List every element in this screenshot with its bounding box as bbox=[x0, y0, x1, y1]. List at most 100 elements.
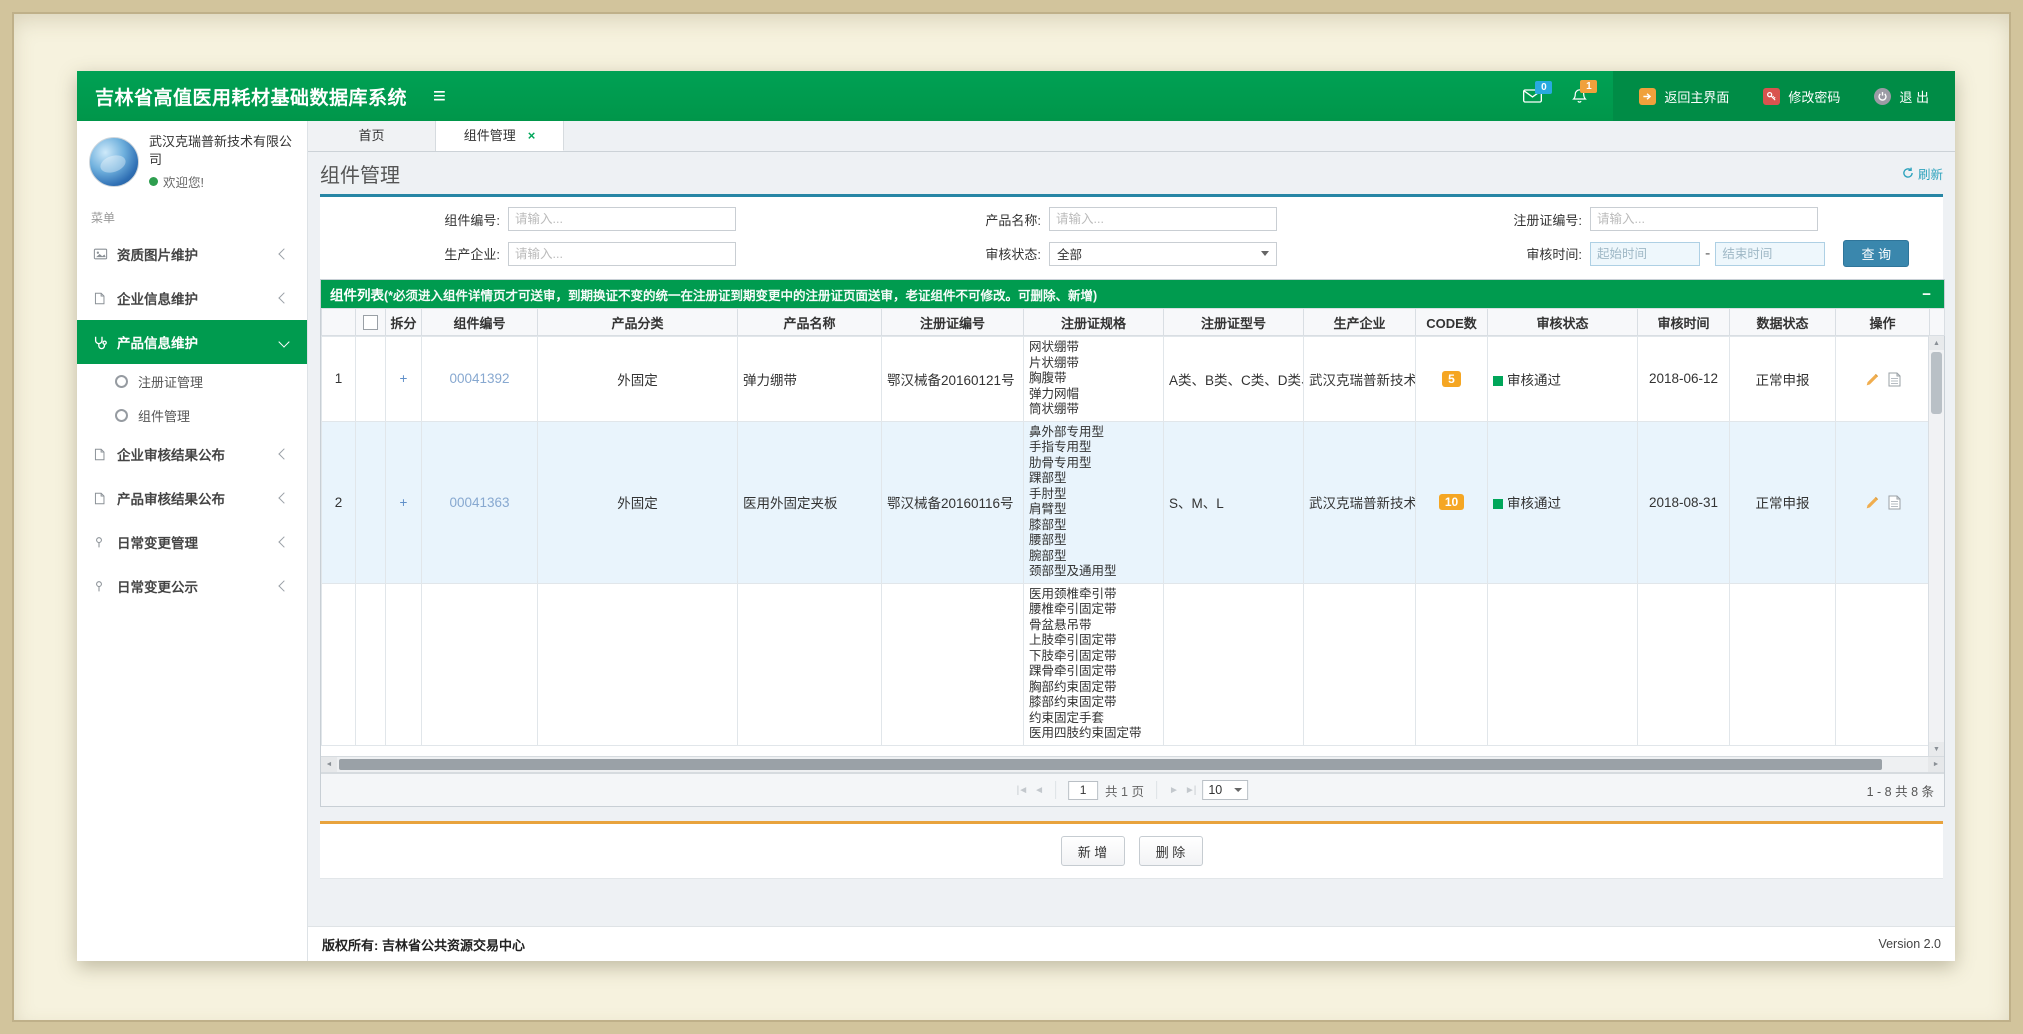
manufacturer-input[interactable] bbox=[508, 242, 736, 266]
scroll-up-icon[interactable]: ▲ bbox=[1929, 336, 1944, 350]
sidebar-item[interactable]: 日常变更公示 bbox=[77, 564, 307, 608]
query-button[interactable]: 查 询 bbox=[1843, 240, 1909, 267]
welcome-text: 欢迎您! bbox=[163, 172, 204, 191]
audit-status-select[interactable]: 全部 bbox=[1049, 242, 1277, 266]
chevron-left-icon bbox=[278, 580, 289, 591]
component-code-link[interactable]: 00041363 bbox=[422, 421, 538, 583]
vertical-scroll-thumb[interactable] bbox=[1931, 352, 1942, 414]
top-header: 吉林省高值医用耗材基础数据库系统 ≡ 0 1 返回主界面 bbox=[77, 71, 1955, 121]
change-password-button[interactable]: 修改密码 bbox=[1763, 87, 1840, 106]
column-header[interactable]: 审核时间 bbox=[1638, 309, 1730, 336]
component-no-label: 组件编号: bbox=[320, 210, 508, 229]
column-header[interactable]: 产品名称 bbox=[738, 309, 882, 336]
row-seq: 2 bbox=[322, 421, 356, 583]
scroll-down-icon[interactable]: ▼ bbox=[1929, 742, 1944, 756]
sidebar-item[interactable]: 产品审核结果公布 bbox=[77, 476, 307, 520]
horizontal-scrollbar[interactable]: ◄ ► bbox=[321, 756, 1944, 773]
hamburger-menu-icon[interactable]: ≡ bbox=[433, 85, 446, 107]
logout-button[interactable]: 退 出 bbox=[1874, 87, 1929, 106]
chevron-left-icon bbox=[278, 248, 289, 259]
file-icon bbox=[93, 491, 117, 506]
sidebar-menu: 资质图片维护企业信息维护产品信息维护注册证管理组件管理企业审核结果公布产品审核结… bbox=[77, 232, 307, 608]
vertical-scrollbar[interactable]: ▲ ▼ bbox=[1928, 336, 1944, 756]
tab-home[interactable]: 首页 bbox=[308, 121, 436, 151]
sidebar-item[interactable]: 资质图片维护 bbox=[77, 232, 307, 276]
pager-total-label: 共 1 页 bbox=[1105, 781, 1144, 800]
pager-next-icon[interactable]: ► bbox=[1169, 785, 1178, 796]
pager-page-input[interactable] bbox=[1068, 781, 1098, 800]
column-header[interactable]: 注册证编号 bbox=[882, 309, 1024, 336]
pin-icon bbox=[93, 579, 117, 594]
document-icon[interactable] bbox=[1888, 495, 1901, 510]
tab-component-management[interactable]: 组件管理 × bbox=[436, 121, 564, 151]
manufacturer-cell bbox=[1304, 583, 1416, 745]
notification-button[interactable]: 1 bbox=[1572, 88, 1587, 104]
column-header[interactable]: 生产企业 bbox=[1304, 309, 1416, 336]
cert-no-label: 注册证编号: bbox=[1402, 210, 1590, 229]
cert-specs-cell: 鼻外部专用型手指专用型肋骨专用型踝部型手肘型肩臂型膝部型腰部型腕部型颈部型及通用… bbox=[1024, 421, 1164, 583]
pager-last-icon[interactable]: ►| bbox=[1185, 785, 1196, 796]
component-no-input[interactable] bbox=[508, 207, 736, 231]
product-category-cell: 外固定 bbox=[538, 337, 738, 422]
edit-icon[interactable] bbox=[1865, 372, 1880, 387]
component-code-link[interactable] bbox=[422, 583, 538, 745]
end-date-input[interactable] bbox=[1715, 242, 1825, 266]
return-main-button[interactable]: 返回主界面 bbox=[1639, 87, 1729, 106]
scroll-right-icon[interactable]: ► bbox=[1928, 757, 1944, 772]
product-category-cell: 外固定 bbox=[538, 421, 738, 583]
product-name-input[interactable] bbox=[1049, 207, 1277, 231]
column-header[interactable]: 注册证型号 bbox=[1164, 309, 1304, 336]
cert-no-input[interactable] bbox=[1590, 207, 1818, 231]
mail-button[interactable]: 0 bbox=[1523, 89, 1542, 103]
cert-models-cell bbox=[1164, 583, 1304, 745]
pager-first-icon[interactable]: |◄ bbox=[1017, 785, 1028, 796]
column-header[interactable]: 拆分 bbox=[386, 309, 422, 336]
add-button[interactable]: 新 增 bbox=[1061, 836, 1125, 866]
column-header-seq bbox=[322, 309, 356, 336]
cert-no-cell: 鄂汉械备20160121号 bbox=[882, 337, 1024, 422]
sidebar-subitem[interactable]: 组件管理 bbox=[77, 398, 307, 432]
collapse-panel-button[interactable]: − bbox=[1918, 286, 1935, 303]
pager-prev-icon[interactable]: ◄ bbox=[1034, 785, 1043, 796]
sidebar-item-label: 企业审核结果公布 bbox=[117, 444, 280, 464]
column-header[interactable]: 产品分类 bbox=[538, 309, 738, 336]
sidebar-subitem[interactable]: 注册证管理 bbox=[77, 364, 307, 398]
edit-icon[interactable] bbox=[1865, 495, 1880, 510]
row-select-cell bbox=[356, 421, 386, 583]
manufacturer-label: 生产企业: bbox=[320, 244, 508, 263]
column-header[interactable]: 审核状态 bbox=[1488, 309, 1638, 336]
expand-row-button[interactable]: + bbox=[386, 337, 422, 422]
expand-row-button[interactable] bbox=[386, 583, 422, 745]
delete-button[interactable]: 删 除 bbox=[1139, 836, 1203, 866]
column-header[interactable]: 数据状态 bbox=[1730, 309, 1836, 336]
column-header[interactable]: 组件编号 bbox=[422, 309, 538, 336]
close-tab-icon[interactable]: × bbox=[528, 121, 536, 150]
sidebar-item-label: 企业信息维护 bbox=[117, 288, 280, 308]
column-header[interactable]: 注册证规格 bbox=[1024, 309, 1164, 336]
document-icon[interactable] bbox=[1888, 372, 1901, 387]
table-row: 医用颈椎牵引带腰椎牵引固定带骨盆悬吊带上肢牵引固定带下肢牵引固定带踝骨牵引固定带… bbox=[322, 583, 1930, 745]
sidebar-item[interactable]: 企业审核结果公布 bbox=[77, 432, 307, 476]
record-summary: 1 - 8 共 8 条 bbox=[1867, 781, 1934, 800]
column-header[interactable]: 操作 bbox=[1836, 309, 1930, 336]
component-code-link[interactable]: 00041392 bbox=[422, 337, 538, 422]
status-square-icon bbox=[1493, 376, 1503, 386]
expand-row-button[interactable]: + bbox=[386, 421, 422, 583]
sidebar-item[interactable]: 日常变更管理 bbox=[77, 520, 307, 564]
app-title: 吉林省高值医用耗材基础数据库系统 bbox=[95, 83, 407, 110]
refresh-link[interactable]: 刷新 bbox=[1902, 164, 1943, 183]
sidebar-item[interactable]: 企业信息维护 bbox=[77, 276, 307, 320]
cert-models-cell: S、M、L bbox=[1164, 421, 1304, 583]
column-header-select bbox=[356, 309, 386, 336]
select-all-checkbox[interactable] bbox=[363, 315, 378, 330]
sidebar-subitem-label: 注册证管理 bbox=[138, 372, 203, 391]
scroll-left-icon[interactable]: ◄ bbox=[321, 757, 337, 772]
table-row: 2+00041363外固定医用外固定夹板鄂汉械备20160116号鼻外部专用型手… bbox=[322, 421, 1930, 583]
start-date-input[interactable] bbox=[1590, 242, 1700, 266]
page-size-select[interactable]: 10 bbox=[1202, 780, 1248, 800]
sidebar-item[interactable]: 产品信息维护 bbox=[77, 320, 307, 364]
horizontal-scroll-thumb[interactable] bbox=[339, 759, 1882, 770]
ops-cell bbox=[1836, 421, 1930, 583]
chevron-left-icon bbox=[278, 536, 289, 547]
column-header[interactable]: CODE数 bbox=[1416, 309, 1488, 336]
